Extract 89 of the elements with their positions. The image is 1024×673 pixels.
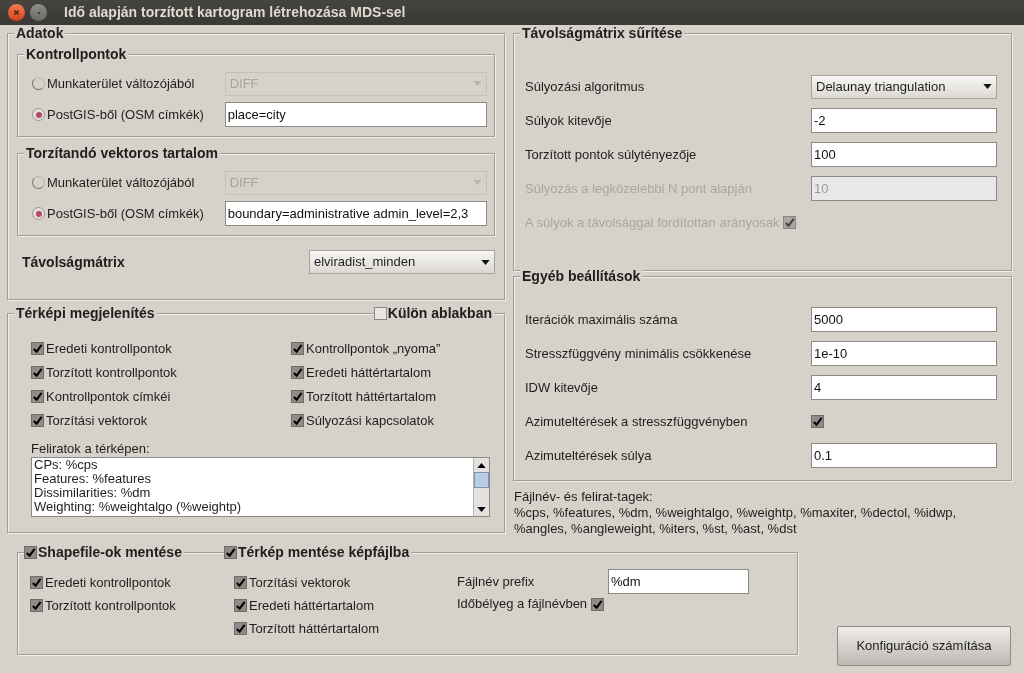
field-label: Időbélyeg a fájlnévben: [457, 595, 588, 614]
caret-icon: [983, 84, 992, 89]
scrollbar[interactable]: [473, 458, 489, 516]
radio-button[interactable]: [32, 108, 45, 121]
radio-label: PostGIS-ből (OSM címkék): [47, 204, 205, 223]
checkbox-label: Torzított háttértartalom: [249, 619, 380, 638]
field-label: Azimuteltérések súlya: [525, 446, 653, 465]
text-field[interactable]: %dm: [608, 569, 749, 594]
checkbox[interactable]: [24, 545, 37, 559]
radio-label: Munkaterület változójából: [47, 173, 196, 192]
checkbox-label: Kontrollpontok „nyoma”: [306, 339, 441, 358]
field-label: Távolságmátrix: [22, 252, 125, 272]
checkbox[interactable]: [591, 597, 605, 611]
group-title: Távolságmátrix sűrítése: [520, 25, 685, 41]
checkbox-label: Torzított háttértartalom: [306, 387, 437, 406]
checkbox[interactable]: [224, 545, 237, 559]
checkbox-label: Torzítási vektorok: [249, 573, 351, 592]
checkbox-label: Külön ablakban: [386, 305, 494, 321]
checkbox[interactable]: [373, 306, 387, 320]
field-label: Torzított pontok súlytényezője: [525, 145, 698, 164]
info-text: %cps, %features, %dm, %weightalgo, %weightp, %maxiter, %dectol, %idwp,: [514, 505, 958, 521]
checkbox[interactable]: [31, 390, 44, 403]
field-label: Fájlnév prefix: [457, 572, 536, 591]
close-button[interactable]: [8, 4, 25, 21]
info-text: %angles, %angleweight, %iters, %st, %ast, %dst: [514, 521, 798, 537]
down-arrow-icon[interactable]: [477, 506, 486, 512]
text-field[interactable]: boundary=administrative admin_level=2,3: [224, 201, 487, 226]
text-field[interactable]: 5000: [811, 307, 997, 332]
text-field[interactable]: -2: [811, 108, 997, 133]
text-field[interactable]: 4: [811, 375, 997, 400]
checkbox[interactable]: [30, 599, 43, 612]
checkbox-label: Térkép mentése képfájlba: [237, 544, 412, 560]
text-line: Dissimilarities: %dm: [34, 486, 152, 500]
dropdown[interactable]: Delaunay triangulation: [811, 74, 997, 99]
radio-label: PostGIS-ből (OSM címkék): [47, 105, 205, 124]
checkbox-label: Kontrollpontok címkéi: [46, 387, 171, 406]
checkbox-label: Súlyozási kapcsolatok: [306, 411, 434, 430]
minimize-button[interactable]: [30, 4, 47, 21]
up-arrow-icon[interactable]: [477, 462, 486, 468]
dropdown[interactable]: elviradist_minden: [309, 250, 495, 274]
checkbox[interactable]: [234, 576, 247, 589]
checkbox[interactable]: [30, 576, 43, 589]
field-label: Iterációk maximális száma: [525, 310, 679, 329]
field-label: Stresszfüggvény minimális csökkenése: [525, 344, 753, 363]
close-icon: [13, 9, 20, 16]
checkbox-label: Eredeti háttértartalom: [306, 363, 431, 382]
checkbox-label: Eredeti háttértartalom: [249, 596, 374, 615]
window-title: Idő alapján torzított kartogram létrehozása MDS-sel: [64, 3, 406, 22]
checkbox[interactable]: [31, 414, 44, 427]
checkbox[interactable]: [291, 414, 304, 427]
checkbox-label: Eredeti kontrollpontok: [46, 339, 172, 358]
group-title: Térképi megjelenítés: [14, 305, 157, 321]
caret-icon: [473, 81, 482, 86]
checkbox[interactable]: [291, 342, 304, 355]
caret-icon: [473, 180, 482, 185]
text-field[interactable]: place=city: [224, 102, 487, 127]
text-field[interactable]: 0.1: [811, 443, 997, 468]
checkbox[interactable]: [31, 366, 44, 379]
text-field[interactable]: 100: [811, 142, 997, 167]
text-line: CPs: %cps: [34, 458, 99, 472]
compute-button[interactable]: Konfiguráció számítása: [837, 626, 1011, 666]
field-label: Feliratok a térképen:: [31, 440, 151, 456]
checkbox-label: Torzított kontrollpontok: [45, 596, 176, 615]
checkbox[interactable]: [291, 390, 304, 403]
group-title: Kontrollpontok: [24, 46, 129, 62]
field-label: Azimuteltérések a stresszfüggvényben: [525, 412, 749, 431]
checkbox-label: Shapefile-ok mentése: [37, 544, 184, 560]
radio-label: Munkaterület változójából: [47, 74, 196, 93]
group-title: Egyéb beállítások: [520, 268, 643, 284]
field-label: Súlyok kitevője: [525, 111, 613, 130]
checkbox[interactable]: [31, 342, 44, 355]
text-line: Features: %features: [34, 472, 153, 486]
text-line: Weighting: %weightalgo (%weightp): [34, 500, 243, 514]
checkbox-label: Torzított kontrollpontok: [46, 363, 177, 382]
checkbox[interactable]: [234, 599, 247, 612]
checkbox[interactable]: [291, 366, 304, 379]
checkbox[interactable]: [811, 415, 824, 428]
radio-button[interactable]: [32, 207, 45, 220]
caret-icon: [481, 259, 490, 265]
field-label: Súlyozási algoritmus: [525, 77, 646, 96]
text-area[interactable]: CPs: %cps Features: %features Dissimilarities: %dm Weighting: %weightalgo (%weightp): [31, 457, 490, 517]
field-label: IDW kitevője: [525, 378, 599, 397]
checkbox-label: Torzítási vektorok: [46, 411, 148, 430]
checkbox[interactable]: [234, 622, 247, 635]
text-field[interactable]: 1e-10: [811, 341, 997, 366]
group-title: Torzítandó vektoros tartalom: [24, 145, 220, 161]
info-label: Fájlnév- és felirat-tagek:: [514, 489, 654, 505]
checkbox-label: Eredeti kontrollpontok: [45, 573, 171, 592]
group-title: Adatok: [14, 25, 66, 41]
